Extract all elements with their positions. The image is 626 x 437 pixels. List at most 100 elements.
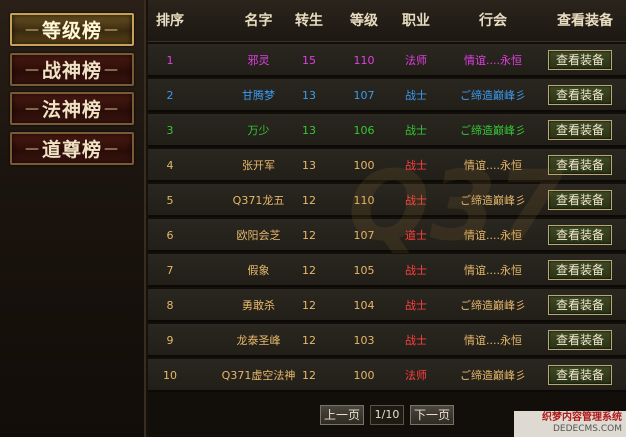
sidebar-item-label: 法神榜: [41, 99, 102, 121]
view-equipment-button[interactable]: 查看装备: [548, 50, 612, 70]
guild-cell: ご缔造巅峰彡: [460, 369, 526, 382]
deco-dash-right: —: [104, 100, 119, 117]
table-row: 9 龙泰圣峰 12 103 战士 情谊....永恒 查看装备: [148, 324, 626, 357]
sidebar-item-label: 道尊榜: [41, 139, 102, 161]
ranking-category-sidebar: — 等级榜 — — 战神榜 — — 法神榜 — — 道尊榜 —: [0, 0, 146, 437]
view-equipment-button[interactable]: 查看装备: [548, 365, 612, 385]
rank-cell: 8: [166, 299, 174, 312]
corner-watermark-title: 织梦内容管理系统: [542, 412, 622, 423]
class-cell: 战士: [405, 159, 427, 172]
view-equipment-button[interactable]: 查看装备: [548, 225, 612, 245]
rebirth-cell: 12: [302, 229, 316, 242]
rank-cell: 5: [166, 194, 174, 207]
rebirth-cell: 12: [302, 369, 316, 382]
rank-cell: 4: [166, 159, 174, 172]
sidebar-item-taoist-ranking[interactable]: — 道尊榜 —: [10, 132, 134, 165]
level-cell: 110: [353, 194, 375, 207]
table-row: 5 Q371龙五 12 110 战士 ご缔造巅峰彡 查看装备: [148, 184, 626, 217]
header-level: 等级: [350, 13, 378, 29]
deco-dash-right: —: [104, 21, 119, 38]
guild-cell: ご缔造巅峰彡: [460, 89, 526, 102]
guild-cell: 情谊....永恒: [464, 264, 522, 277]
table-row: 8 勇敢杀 12 104 战士 ご缔造巅峰彡 查看装备: [148, 289, 626, 322]
class-cell: 法师: [405, 369, 427, 382]
table-row: 4 张开军 13 100 战士 情谊....永恒 查看装备: [148, 149, 626, 182]
corner-watermark: 织梦内容管理系统 DEDECMS.COM: [514, 411, 626, 437]
ranking-window: — 等级榜 — — 战神榜 — — 法神榜 — — 道尊榜 — 排序 名字 转生 等级 职业 行会 查…: [0, 0, 626, 437]
sidebar-item-level-ranking[interactable]: — 等级榜 —: [10, 13, 134, 46]
guild-cell: 情谊....永恒: [464, 54, 522, 67]
header-rank: 排序: [156, 13, 184, 29]
deco-dash-right: —: [104, 140, 119, 157]
level-cell: 100: [353, 369, 375, 382]
table-row: 2 甘腾梦 13 107 战士 ご缔造巅峰彡 查看装备: [148, 79, 626, 112]
class-cell: 战士: [405, 264, 427, 277]
header-rebirth: 转生: [295, 13, 323, 29]
prev-page-button[interactable]: 上一页: [320, 405, 364, 425]
rebirth-cell: 13: [302, 124, 316, 137]
level-cell: 100: [353, 159, 375, 172]
level-cell: 107: [353, 89, 375, 102]
view-equipment-button[interactable]: 查看装备: [548, 85, 612, 105]
header-class: 职业: [402, 13, 430, 29]
view-equipment-button[interactable]: 查看装备: [548, 295, 612, 315]
deco-dash-left: —: [24, 21, 40, 38]
view-equipment-button[interactable]: 查看装备: [548, 155, 612, 175]
header-guild: 行会: [479, 13, 507, 29]
sidebar-item-warrior-ranking[interactable]: — 战神榜 —: [10, 53, 134, 86]
rebirth-cell: 12: [302, 194, 316, 207]
rank-cell: 10: [163, 369, 177, 382]
class-cell: 道士: [405, 229, 427, 242]
table-row: 7 假象 12 105 战士 情谊....永恒 查看装备: [148, 254, 626, 287]
guild-cell: ご缔造巅峰彡: [460, 124, 526, 137]
sidebar-item-label: 等级榜: [41, 20, 102, 42]
rebirth-cell: 12: [302, 334, 316, 347]
guild-cell: 情谊....永恒: [464, 159, 522, 172]
sidebar-item-label: 战神榜: [41, 60, 102, 82]
rebirth-cell: 13: [302, 89, 316, 102]
guild-cell: ご缔造巅峰彡: [460, 299, 526, 312]
guild-cell: 情谊....永恒: [464, 334, 522, 347]
rank-cell: 6: [166, 229, 174, 242]
class-cell: 战士: [405, 194, 427, 207]
view-equipment-button[interactable]: 查看装备: [548, 260, 612, 280]
rank-cell: 9: [166, 334, 174, 347]
level-cell: 107: [353, 229, 375, 242]
level-cell: 106: [353, 124, 375, 137]
level-cell: 105: [353, 264, 375, 277]
table-row: 3 万少 13 106 战士 ご缔造巅峰彡 查看装备: [148, 114, 626, 147]
view-equipment-button[interactable]: 查看装备: [548, 330, 612, 350]
rank-cell: 1: [166, 54, 174, 67]
ranking-table: 排序 名字 转生 等级 职业 行会 查看装备 1 邪灵 15 110 法师 情谊....永…: [148, 0, 626, 437]
class-cell: 战士: [405, 334, 427, 347]
rank-cell: 7: [166, 264, 174, 277]
class-cell: 法师: [405, 54, 427, 67]
view-equipment-button[interactable]: 查看装备: [548, 120, 612, 140]
level-cell: 104: [353, 299, 375, 312]
rank-cell: 3: [166, 124, 174, 137]
level-cell: 110: [353, 54, 375, 67]
deco-dash-left: —: [24, 61, 40, 78]
rank-cell: 2: [166, 89, 174, 102]
level-cell: 103: [353, 334, 375, 347]
guild-cell: ご缔造巅峰彡: [460, 194, 526, 207]
class-cell: 战士: [405, 124, 427, 137]
guild-cell: 情谊....永恒: [464, 229, 522, 242]
corner-watermark-url: DEDECMS.COM: [553, 424, 622, 434]
page-indicator: 1/10: [370, 405, 404, 425]
deco-dash-left: —: [24, 100, 40, 117]
header-equip: 查看装备: [557, 13, 613, 29]
table-row: 10 Q371虚空法神 12 100 法师 ご缔造巅峰彡 查看装备: [148, 359, 626, 392]
table-row: 1 邪灵 15 110 法师 情谊....永恒 查看装备: [148, 44, 626, 77]
table-row: 6 欧阳会芝 12 107 道士 情谊....永恒 查看装备: [148, 219, 626, 252]
next-page-button[interactable]: 下一页: [410, 405, 454, 425]
deco-dash-left: —: [24, 140, 40, 157]
table-header: 排序 名字 转生 等级 职业 行会 查看装备: [148, 0, 626, 42]
rebirth-cell: 13: [302, 159, 316, 172]
rebirth-cell: 15: [302, 54, 316, 67]
deco-dash-right: —: [104, 61, 119, 78]
rebirth-cell: 12: [302, 264, 316, 277]
view-equipment-button[interactable]: 查看装备: [548, 190, 612, 210]
rebirth-cell: 12: [302, 299, 316, 312]
sidebar-item-mage-ranking[interactable]: — 法神榜 —: [10, 92, 134, 125]
